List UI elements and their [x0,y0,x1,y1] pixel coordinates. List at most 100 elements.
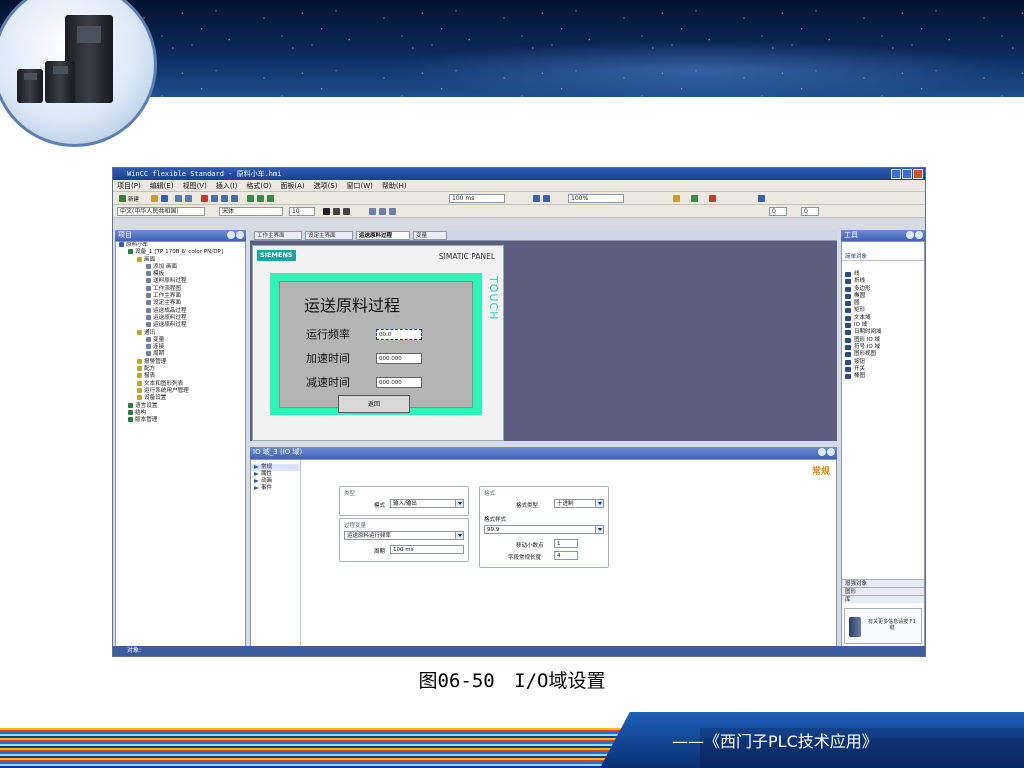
line-color-icon[interactable] [691,195,698,202]
open-icon[interactable] [151,195,158,202]
align-right-icon[interactable] [389,208,396,215]
tools-controls[interactable] [905,231,923,240]
tool-item[interactable]: 按钮 [842,359,924,366]
align-icon[interactable] [369,208,376,215]
minimize-button[interactable] [891,169,901,179]
tree-item[interactable]: 周期 [116,351,245,358]
close-button[interactable] [913,169,923,179]
tools-sub-library[interactable]: 库 [842,595,924,603]
menu-item[interactable]: 插入(I) [216,182,238,190]
tree-item[interactable]: 送料原料过程 [116,278,245,285]
compile-icon[interactable] [247,195,254,202]
tree-item[interactable]: 配方 [116,366,245,373]
tool-item[interactable]: 折线 [842,278,924,285]
screen-editor-canvas[interactable]: SIEMENS SIMATIC PANEL TOUCH 运送原料过程 运行频率 … [250,241,837,441]
tree-item[interactable]: 工作流程图 [116,285,245,293]
undo-icon[interactable] [175,195,182,202]
tool-item[interactable]: 矩形 [842,307,924,314]
tree-item[interactable]: 设备设置 [116,395,245,402]
properties-nav-item[interactable]: 事件 [251,485,300,492]
font-select[interactable]: 宋体 [219,207,283,216]
tree-item[interactable]: 运送成品过程 [116,307,245,315]
properties-nav-item[interactable]: 属性 [251,471,300,478]
editor-tab[interactable]: 运送原料过程 [356,231,410,240]
mode-select[interactable]: 输入/输出 [390,499,464,508]
editor-tab[interactable]: 变量 [413,231,447,240]
properties-controls[interactable] [817,448,835,457]
menu-item[interactable]: 项目(P) [117,182,141,190]
tool-item[interactable]: 棒图 [842,373,924,380]
pattern-select[interactable]: 99.9 [484,525,604,534]
decimals-stepper[interactable]: 1 [554,539,578,548]
editor-tab[interactable]: 设定主界面 [305,231,353,240]
settings-icon[interactable] [758,195,765,202]
menu-item[interactable]: 窗口(W) [347,182,373,190]
tool-item[interactable]: 图形 IO 域 [842,337,924,344]
process-tag-select[interactable]: 运送原料运行频率 [344,531,464,540]
menu-item[interactable]: 格式(O) [246,182,271,190]
hmi-panel-preview[interactable]: SIEMENS SIMATIC PANEL TOUCH 运送原料过程 运行频率 … [252,245,504,441]
tools-sub-graphics[interactable]: 图形 [842,587,924,595]
tree-item[interactable]: 画面 [116,256,245,264]
properties-nav-item[interactable]: 常规 [251,464,300,471]
paste-icon[interactable] [231,195,238,202]
tools-sub-enhanced[interactable]: 增强对象 [842,579,924,587]
font-size-select[interactable]: 10 [289,207,315,216]
hmi-screen[interactable]: 运送原料过程 运行频率 00.0 加速时间 000.000 减速时间 000.0… [279,281,473,413]
freq-io-field[interactable]: 00.0 [376,329,422,340]
tree-item[interactable]: 通讯 [116,329,245,337]
return-button[interactable]: 返回 [338,395,410,413]
tool-item[interactable]: 多边形 [842,286,924,293]
zoom-out-icon[interactable] [543,195,550,202]
decel-io-field[interactable]: 000.000 [376,377,422,388]
accel-io-field[interactable]: 000.000 [376,353,422,364]
menu-item[interactable]: 面板(A) [280,182,304,190]
bold-icon[interactable] [323,208,330,215]
tree-item[interactable]: 设备_1 [TP 170B 6' color PN/DP] [116,249,245,256]
tree-item[interactable]: 运送原料过程 [116,322,245,329]
tree-item[interactable]: 设定主界面 [116,300,245,307]
project-tree[interactable]: 原料小车 设备_1 [TP 170B 6' color PN/DP] 画面 添加 画面… [115,241,246,648]
cycle-field[interactable]: 100 ms [390,545,464,554]
tree-item[interactable]: 文本和图形列表 [116,380,245,388]
new-label[interactable]: 新建 [128,195,139,203]
language-select[interactable]: 中文(中华人民共和国) [117,207,205,216]
redo-icon[interactable] [185,195,192,202]
pos-x-field[interactable]: 0 [769,207,787,216]
tool-item[interactable]: 图形视图 [842,351,924,358]
align-center-icon[interactable] [379,208,386,215]
italic-icon[interactable] [333,208,340,215]
copy-icon[interactable] [221,195,228,202]
delete-icon[interactable] [201,195,208,202]
tree-item[interactable]: 添加 画面 [116,263,245,271]
menu-item[interactable]: 选项(S) [314,182,338,190]
zoom-select[interactable]: 100% [568,194,624,203]
menu-item[interactable]: 编辑(E) [150,182,174,190]
underline-icon[interactable] [343,208,350,215]
zoom-in-icon[interactable] [533,195,540,202]
length-stepper[interactable]: 4 [554,551,578,560]
pane-controls[interactable] [226,231,244,240]
menu-item[interactable]: 帮助(H) [382,182,407,190]
tool-item[interactable]: 文本域 [842,315,924,322]
editor-tab[interactable]: 工作主界面 [254,231,302,240]
maximize-button[interactable] [902,169,912,179]
tree-item[interactable]: 语言设置 [116,402,245,410]
tree-item[interactable]: 报表 [116,373,245,380]
transfer-icon[interactable] [257,195,264,202]
cycle-select[interactable]: 100 ms [449,194,505,203]
properties-nav-item[interactable]: 动画 [251,478,300,485]
format-type-select[interactable]: 十进制 [554,499,604,508]
save-icon[interactable] [161,195,168,202]
tool-item[interactable]: 日期时间域 [842,329,924,336]
tree-item[interactable]: 报警管理 [116,358,245,366]
tools-section-title[interactable]: 简单对象 [842,252,924,261]
tree-item[interactable]: 连接 [116,344,245,351]
menu-item[interactable]: 视图(V) [183,182,207,190]
fill-color-icon[interactable] [673,195,680,202]
tree-item[interactable]: 运行系统用户管理 [116,387,245,395]
tree-item[interactable]: 变量 [116,336,245,344]
simulate-icon[interactable] [267,195,274,202]
pos-y-field[interactable]: 0 [801,207,819,216]
cut-icon[interactable] [211,195,218,202]
